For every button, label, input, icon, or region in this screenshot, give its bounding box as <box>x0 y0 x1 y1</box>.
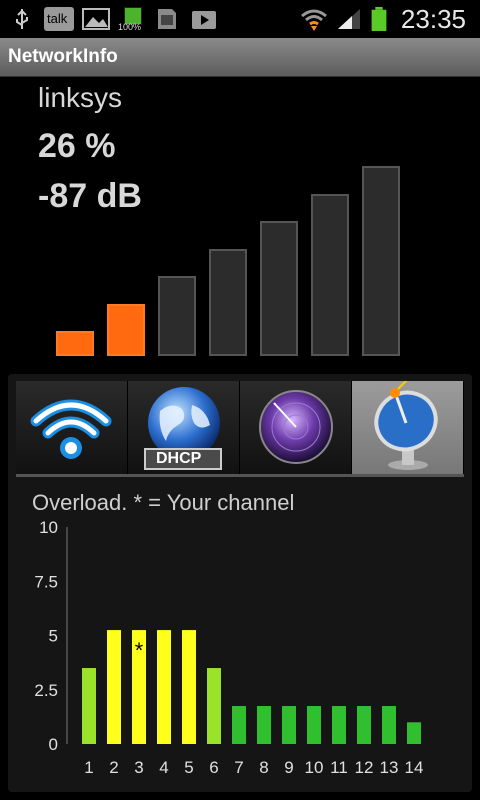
battery-icon <box>371 7 387 31</box>
dhcp-label-box: DHCP <box>144 448 222 470</box>
play-store-icon <box>192 11 216 29</box>
signal-bar <box>311 193 349 356</box>
battery-percent-label: 100% <box>118 22 142 32</box>
talk-label: talk <box>47 11 68 26</box>
signal-bar <box>260 221 298 356</box>
network-ssid: linksys <box>38 82 123 113</box>
signal-bar <box>362 166 400 356</box>
talk-icon: talk <box>44 7 74 31</box>
dhcp-label: DHCP <box>156 450 202 467</box>
tab-channels[interactable] <box>352 378 464 475</box>
signal-bar <box>209 248 247 356</box>
chart-title: Overload. * = Your channel <box>32 490 295 515</box>
signal-dbm: -87 dB <box>38 177 142 215</box>
tab-dhcp[interactable]: DHCP <box>128 381 240 475</box>
radar-icon <box>259 390 333 464</box>
signal-percent: 26 % <box>38 127 116 165</box>
signal-icon <box>338 9 360 29</box>
tab-wifi[interactable] <box>16 381 128 475</box>
tab-radar[interactable] <box>240 381 352 475</box>
sd-card-icon <box>158 9 176 29</box>
wifi-icon <box>301 9 327 31</box>
signal-bar <box>107 303 145 356</box>
app-title-bar: NetworkInfo <box>0 38 480 77</box>
signal-bar <box>158 276 196 356</box>
wifi-icon <box>30 399 112 459</box>
status-bar: talk 100% 23:35 <box>0 0 480 38</box>
tab-bar: DHCP <box>16 378 464 475</box>
satellite-dish-icon <box>374 378 438 470</box>
clock: 23:35 <box>400 4 466 34</box>
app-title: NetworkInfo <box>8 46 118 67</box>
signal-bar <box>56 331 94 356</box>
image-icon <box>82 8 110 30</box>
battery-100-icon: 100% <box>118 7 146 32</box>
usb-icon <box>16 9 28 29</box>
tab-underline <box>16 474 464 477</box>
